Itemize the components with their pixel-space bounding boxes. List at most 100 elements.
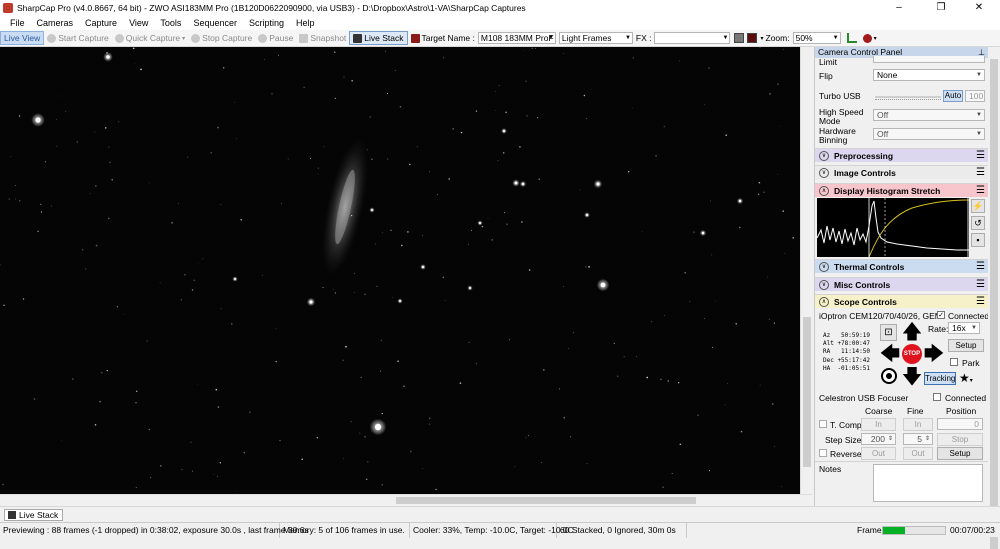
start-capture-button[interactable]: Start Capture [44,32,112,44]
bottom-tab-bar: Live Stack [0,506,1000,522]
live-view-button[interactable]: Live View [0,31,45,45]
menu-file[interactable]: File [10,18,25,28]
menu-capture[interactable]: Capture [85,18,117,28]
move-north-icon[interactable]: 🡅 [901,322,923,342]
frame-type-select[interactable]: Light Frames ▼ [558,32,633,44]
coarse-in-button[interactable]: In [861,418,896,431]
target-name-select[interactable]: M108 183MM ProF ▼ [477,32,556,44]
goto-icon[interactable]: ⊡ [880,324,897,341]
panel-scrollbar[interactable] [988,47,1000,549]
spinner-icon[interactable]: ⇕ [925,434,930,444]
hamburger-menu-icon[interactable]: ☰ [976,279,985,291]
red-filter-icon[interactable] [747,33,758,43]
save-icon[interactable]: ▪ [971,233,985,247]
hamburger-menu-icon[interactable]: ☰ [976,296,985,308]
pause-icon [258,33,268,43]
quick-capture-button[interactable]: Quick Capture ▾ [112,32,188,44]
limit-field[interactable] [873,56,985,63]
auto-stretch-icon[interactable]: ⚡ [971,199,985,213]
coarse-out-button[interactable]: Out [861,447,896,460]
coarse-step-field[interactable]: 200 ⇕ [861,433,896,445]
flip-select[interactable]: None ▼ [873,69,985,81]
hamburger-menu-icon[interactable]: ☰ [976,261,985,273]
turbo-auto-toggle[interactable]: Auto [943,90,963,102]
spinner-icon[interactable]: ⇕ [888,434,893,444]
close-button[interactable]: ✕ [958,0,1000,16]
magnifier-icon[interactable] [862,33,872,43]
scroll-thumb[interactable] [803,317,811,467]
hamburger-menu-icon[interactable]: ☰ [976,150,985,162]
tracking-button[interactable]: Tracking [924,372,956,385]
hamburger-menu-icon[interactable]: ☰ [976,167,985,179]
section-histogram-stretch[interactable]: ∧ Display Histogram Stretch ☰ [815,183,988,197]
star [679,443,682,446]
pause-button[interactable]: Pause [255,32,296,44]
menu-scripting[interactable]: Scripting [249,18,284,28]
move-south-icon[interactable]: 🡇 [901,367,923,387]
section-scope-controls[interactable]: ∧ Scope Controls ☰ [815,294,988,308]
high-speed-select[interactable]: Off ▼ [873,109,985,121]
live-image-view[interactable] [0,47,800,494]
tcomp-checkbox[interactable] [819,420,827,428]
star [407,231,409,233]
live-stack-button[interactable]: Live Stack [349,31,408,45]
fine-in-button[interactable]: In [903,418,933,431]
fine-out-button[interactable]: Out [903,447,933,460]
scroll-thumb[interactable] [396,497,696,504]
section-preprocessing[interactable]: ∨ Preprocessing ☰ [815,148,988,162]
turbo-value-field[interactable]: 100 [965,90,985,102]
turbo-usb-slider[interactable] [875,96,941,98]
zoom-select[interactable]: 50% ▼ [792,32,841,44]
favorites-star-icon[interactable]: ★▾ [959,371,983,386]
menu-tools[interactable]: Tools [160,18,181,28]
menu-cameras[interactable]: Cameras [37,18,74,28]
move-east-icon[interactable]: 🡆 [923,344,945,364]
star [371,158,373,161]
star [95,244,98,247]
fine-step-field[interactable]: 5 ⇕ [903,433,933,445]
star [526,115,528,117]
focuser-setup-button[interactable]: Setup [937,447,983,460]
reset-icon[interactable]: ↺ [971,216,985,230]
dropdown-icon[interactable]: ▾ [874,35,877,42]
scroll-thumb[interactable] [990,59,998,549]
section-misc-controls[interactable]: ∨ Misc Controls ☰ [815,277,988,291]
reverse-checkbox[interactable] [819,449,827,457]
star [264,58,265,60]
star [442,276,445,279]
star [197,383,198,385]
fx-select[interactable]: ▼ [654,32,731,44]
focuser-stop-button[interactable]: Stop [937,433,983,446]
hamburger-menu-icon[interactable]: ☰ [976,185,985,197]
menu-view[interactable]: View [129,18,148,28]
rate-select[interactable]: 16x ▼ [948,322,980,334]
stop-capture-button[interactable]: Stop Capture [188,32,255,44]
center-target-icon[interactable] [881,368,897,384]
section-thermal-controls[interactable]: ∨ Thermal Controls ☰ [815,259,988,273]
menu-help[interactable]: Help [296,18,315,28]
image-vertical-scrollbar[interactable] [800,47,812,494]
histogram-icon[interactable] [846,33,857,43]
image-horizontal-scrollbar[interactable] [0,494,812,506]
star [623,356,625,358]
mount-setup-button[interactable]: Setup [948,339,984,352]
menu-sequencer[interactable]: Sequencer [193,18,237,28]
star [140,68,142,71]
histogram-display[interactable] [817,198,969,257]
star [387,158,389,160]
mount-connected-checkbox[interactable]: ✓ [937,311,945,319]
section-image-controls[interactable]: ∨ Image Controls ☰ [815,165,988,179]
focuser-position-field[interactable]: 0 [937,418,983,430]
move-west-icon[interactable]: 🡄 [879,344,901,364]
minimize-button[interactable]: – [878,0,920,16]
park-checkbox[interactable] [950,358,958,366]
star [784,253,786,254]
stop-slew-button[interactable]: STOP [902,344,922,364]
snapshot-button[interactable]: Snapshot [296,32,349,44]
tab-live-stack[interactable]: Live Stack [4,509,64,521]
hardware-binning-select[interactable]: Off ▼ [873,128,985,140]
focuser-connected-checkbox[interactable] [933,393,941,401]
notes-textarea[interactable] [873,464,983,502]
maximize-button[interactable]: ❐ [920,0,962,16]
reticule-icon[interactable] [734,33,745,43]
